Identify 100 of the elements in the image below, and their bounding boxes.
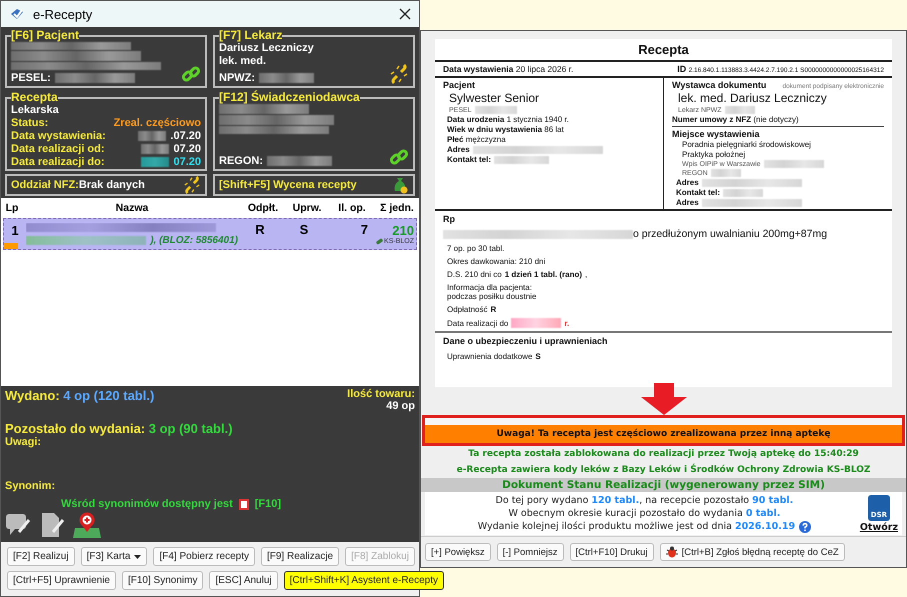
viewer-button[interactable]: [Ctrl+B] Zgłoś błędną receptę do CeZ — [660, 543, 845, 561]
status-line: Wydanie kolejnej ilości produktu możliwe jest od dnia 2026.10.19 — [478, 520, 796, 533]
remaining-text: Pozostało do wydania: 3 op (90 tabl.) — [5, 421, 233, 436]
issued-text: Wydano: 4 op (120 tabl.) — [5, 388, 154, 403]
pricing-panel[interactable]: [Shift+F5] Wycena recepty — [213, 174, 415, 196]
viewer-button[interactable]: [Ctrl+F10] Drukuj — [570, 543, 654, 561]
patient-field: Adres — [447, 145, 470, 154]
entitlement-line: Uprawnienia dodatkowe S — [446, 352, 542, 361]
field-label: PESEL: — [11, 72, 51, 84]
viewer-button[interactable]: [+] Powiększ — [425, 543, 491, 561]
patient-info-line: Informacja dla pacjenta: — [447, 283, 533, 292]
synonym-note: Wśród synonimów dostępny jest — [61, 498, 233, 510]
viewer-button[interactable]: [-] Pomniejsz — [496, 543, 564, 561]
toolbar-button[interactable]: [Ctrl+Shift+K] Asystent e-Recepty — [284, 571, 444, 590]
stock-value: 49 op — [385, 400, 415, 412]
contract-line: Numer umowy z NFZ (nie dotyczy) — [672, 115, 800, 124]
redacted-block — [511, 318, 562, 328]
patient-panel[interactable]: [F6] Pacjent PESEL: — [5, 29, 207, 88]
doctor-panel[interactable]: [F7] Lekarz Dariusz Leczniczy lek. med. NPWZ: — [213, 29, 415, 88]
pill-icon — [376, 238, 384, 245]
provider-panel[interactable]: [F12] Świadczeniodawca REGON: — [213, 91, 415, 171]
redacted-block — [494, 156, 549, 164]
column-header: Il. op. — [337, 202, 367, 214]
toolbar-button[interactable]: [ESC] Anuluj — [209, 571, 278, 590]
stock-label: Ilość towaru: — [347, 388, 415, 400]
field-label: REGON: — [219, 155, 263, 167]
date-suffix: r. — [564, 318, 570, 328]
section-heading: Rp — [443, 214, 456, 224]
panel-title: Recepta — [11, 91, 58, 104]
column-header: Uprw. — [292, 202, 322, 214]
table-cell-text: 1 — [10, 222, 20, 238]
section-header: Dokument Stanu Realizacji (wygenerowany przez SIM) — [421, 478, 906, 492]
place-line: Poradnia pielęgniarki środowiskowej — [681, 140, 812, 149]
bug-icon — [666, 546, 678, 558]
caret-icon — [134, 554, 142, 558]
toolbar-button[interactable]: [F10] Synonimy — [122, 571, 204, 590]
section-heading: Wystawca dokumentu — [672, 80, 766, 90]
help-icon[interactable] — [799, 520, 812, 532]
open-link[interactable]: Otwórz — [860, 522, 898, 532]
redacted-block — [138, 131, 166, 141]
table-cell-text: R — [254, 221, 266, 237]
prescription-type: Lekarska — [11, 104, 60, 116]
field-label: Status: — [11, 117, 48, 129]
notice-text: e-Recepta zawiera kody leków z Bazy Leków i Środków Ochrony Zdrowia KS-BLOZ — [456, 462, 872, 477]
date-value: 07.20 — [173, 156, 201, 168]
warning-banner: Uwaga! Ta recepta jest częściowo zrealizowana przez inną aptekę — [425, 425, 902, 443]
status-line: W obecnym okresie kuracji pozostało do wydania 0 tabl. — [508, 507, 780, 520]
redacted-block — [764, 160, 824, 168]
window-title: e-Recepty — [33, 6, 94, 22]
column-header: Odpłt. — [246, 202, 280, 214]
dosage-line: 7 op. po 30 tabl. — [446, 244, 506, 253]
section-heading: Pacjent — [443, 80, 476, 90]
notice-text: Ta recepta została zablokowana do realizacji przez Twoją aptekę do 15:40:29 — [467, 448, 860, 461]
toolbar-button[interactable]: [F9] Realizacje — [260, 547, 340, 566]
patient-field: Kontakt tel: — [447, 155, 491, 164]
field-label: Adres — [676, 198, 699, 207]
pricing-label: [Shift+F5] Wycena recepty — [219, 179, 357, 191]
column-header: Σ jedn. — [379, 202, 415, 214]
patient-field: Płeć mężczyzna — [447, 135, 506, 144]
field-label: Data realizacji do — [447, 318, 508, 328]
panel-title: [F7] Lekarz — [219, 29, 282, 42]
issue-date: Data wystawienia 20 lipca 2026 r. — [443, 64, 574, 74]
close-icon[interactable] — [399, 8, 411, 20]
document-edit-icon[interactable] — [39, 512, 65, 538]
field-label: Data wystawienia: — [11, 130, 106, 142]
nfz-panel[interactable]: Oddział NFZ:Brak danych — [5, 174, 207, 196]
field-label: Data realizacji do: — [11, 156, 105, 168]
dosage-line: D.S. 210 dni co 1 dzień 1 tabl. (rano), — [446, 270, 588, 279]
place-line: Praktyka położnej — [681, 150, 746, 159]
redacted-block — [710, 169, 741, 177]
patient-field: Wiek w dniu wystawienia 86 lat — [447, 125, 564, 134]
app-icon — [9, 6, 25, 22]
doctor-degree: lek. med. — [219, 55, 268, 67]
notes-label: Uwagi: — [5, 436, 42, 448]
partial-status-marker — [4, 243, 18, 249]
redacted-block — [723, 188, 763, 196]
toolbar-button[interactable]: [F2] Realizuj — [7, 547, 75, 566]
toolbar-button[interactable]: [F4] Pobierz recepty — [153, 547, 255, 566]
shortcut-key: [F10] — [254, 498, 282, 510]
date-value: 07.20 — [173, 143, 201, 155]
doctor-name: Dariusz Leczniczy — [219, 42, 315, 54]
redacted-block — [141, 157, 170, 167]
map-pin-icon[interactable] — [73, 512, 101, 538]
toolbar-button[interactable]: [Ctrl+F5] Uprawnienie — [7, 571, 116, 590]
redacted-block — [141, 144, 170, 154]
redacted-block — [267, 156, 332, 166]
nfz-label: Oddział NFZ:Brak danych — [11, 179, 145, 191]
section-heading: Miejsce wystawienia — [672, 129, 761, 139]
patient-field: Data urodzenia 1 stycznia 1940 r. — [447, 115, 569, 124]
bloz-code: ), (BLOZ: 5856401) — [150, 234, 238, 246]
doctor-name: lek. med. Dariusz Leczniczy — [677, 91, 828, 105]
section-heading: Dane o ubezpieczeniu i uprawnieniach — [443, 336, 609, 346]
synonym-label: Synonim: — [5, 480, 56, 492]
patient-name: Sylwester Senior — [448, 91, 540, 105]
field-label: Kontakt tel: — [676, 188, 720, 197]
column-header: Lp — [4, 202, 20, 214]
prescription-panel[interactable]: Recepta Lekarska Status: Zreal. częściowo Data wystawienia: .07.20 Data realizacji od: 07.20 Data realizacji do: 07.20 — [5, 91, 207, 171]
drug-box-icon — [238, 498, 249, 510]
date-value: .07.20 — [170, 130, 201, 142]
toolbar-button[interactable]: [F3] Karta — [80, 547, 148, 566]
